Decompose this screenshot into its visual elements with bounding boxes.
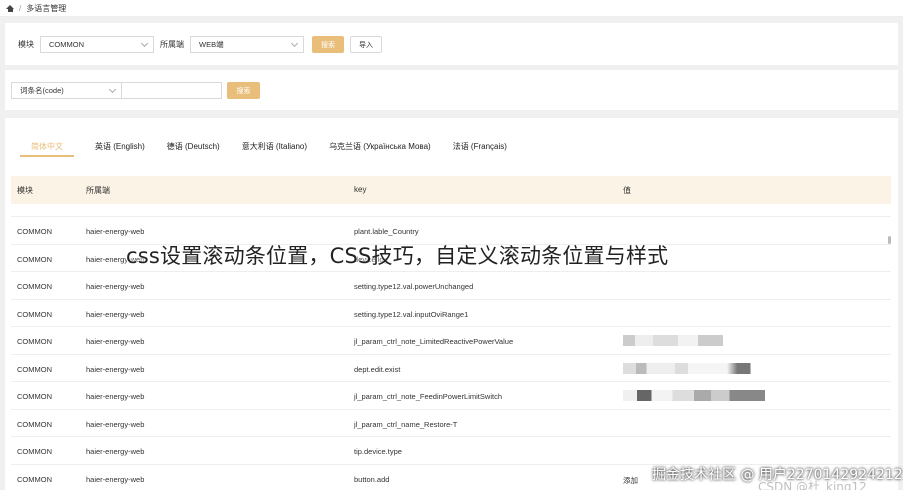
table-scrollbar[interactable] [888, 236, 891, 244]
juejin-watermark: 掘金技术社区 @ 用户2270142924212 [652, 467, 903, 483]
cell-key: plant.lable_Country [354, 227, 419, 236]
search-field-value: 词条名(code) [20, 86, 64, 95]
cell-key: setting.type12.val.powerUnchanged [354, 282, 474, 291]
cell-platform: haier-energy-web [86, 227, 145, 236]
cell-platform: haier-energy-web [86, 309, 145, 319]
cell-module: COMMON [17, 282, 52, 291]
cell-module: COMMON [17, 337, 52, 346]
table-row [11, 204, 891, 217]
filter-panel: 模块 COMMON 所属端 WEB端 搜索 导入 [5, 23, 898, 65]
cell-platform: haier-energy-web [86, 337, 145, 346]
cell-module: COMMON [17, 474, 52, 484]
cell-value: 添加 [623, 475, 638, 485]
search-button[interactable]: 搜索 [227, 82, 260, 99]
module-select-value: COMMON [49, 40, 84, 49]
tab-german[interactable]: 德语 (Deutsch) [156, 138, 231, 154]
platform-select[interactable]: WEB端 [190, 36, 304, 53]
tab-zh-cn[interactable]: 简体中文 [20, 138, 74, 157]
chevron-down-icon [140, 39, 149, 47]
article-title-overlay: css设置滚动条位置，CSS技巧，自定义滚动条位置与样式 [126, 244, 669, 268]
cell-module: COMMON [17, 392, 52, 401]
column-key: key [354, 185, 367, 194]
cell-module: COMMON [17, 419, 52, 429]
table-row: COMMON haier-energy-web dept.edit.exist [11, 355, 891, 382]
table-row: COMMON haier-energy-web jl_param_ctrl_no… [11, 382, 891, 410]
cell-module: COMMON [17, 309, 52, 319]
cell-platform: haier-energy-web [86, 419, 145, 429]
cell-key: setting.type12.val.inputOviRange1 [354, 309, 469, 319]
breadcrumb: / 多语言管理 [0, 0, 903, 17]
module-select[interactable]: COMMON [40, 36, 154, 53]
chevron-down-icon [290, 39, 299, 47]
search-panel: 词条名(code) 搜索 [5, 70, 898, 110]
table-header: 模块 所属端 key 值 [11, 176, 891, 204]
cell-platform: haier-energy-web [86, 447, 145, 456]
breadcrumb-separator: / [19, 3, 22, 13]
import-button[interactable]: 导入 [350, 36, 382, 53]
chevron-down-icon [108, 85, 117, 93]
cell-platform: haier-energy-web [86, 392, 145, 401]
cell-key: jl_param_ctrl_name_Restore-T [354, 419, 458, 429]
platform-select-value: WEB端 [199, 40, 224, 49]
cell-module: COMMON [17, 364, 52, 374]
platform-label: 所属端 [160, 40, 184, 49]
tab-english[interactable]: 英语 (English) [84, 138, 156, 154]
table-row: COMMON haier-energy-web jl_param_ctrl_no… [11, 327, 891, 355]
translation-panel: 简体中文 英语 (English) 德语 (Deutsch) 意大利语 (Ita… [5, 118, 898, 490]
tab-french[interactable]: 法语 (Français) [442, 138, 518, 154]
cell-platform: haier-energy-web [86, 364, 145, 374]
cell-key: jl_param_ctrl_note_FeedinPowerLimitSwitc… [354, 392, 502, 401]
home-icon[interactable] [6, 4, 14, 12]
blurred-value [623, 390, 765, 401]
module-label: 模块 [18, 40, 34, 49]
cell-platform: haier-energy-web [86, 282, 145, 291]
cell-module: COMMON [17, 447, 52, 456]
column-value: 值 [623, 186, 631, 195]
cell-key: jl_param_ctrl_note_LimitedReactivePowerV… [354, 337, 514, 346]
search-input[interactable] [122, 82, 222, 99]
blurred-value [623, 362, 753, 374]
cell-platform: haier-energy-web [86, 474, 145, 484]
tab-italian[interactable]: 意大利语 (Italiano) [231, 138, 318, 154]
cell-key: tip.device.type [354, 447, 402, 456]
filter-search-button[interactable]: 搜索 [312, 36, 344, 53]
column-platform: 所属端 [86, 186, 110, 195]
cell-key: button.add [354, 474, 390, 484]
table-row: COMMON haier-energy-web tip.device.type [11, 437, 891, 465]
blurred-value [623, 335, 723, 346]
table-row: COMMON haier-energy-web jl_param_ctrl_na… [11, 410, 891, 437]
breadcrumb-current: 多语言管理 [26, 3, 67, 13]
tab-ukrainian[interactable]: 乌克兰语 (Українська Мова) [318, 138, 442, 154]
cell-module: COMMON [17, 227, 52, 236]
search-field-select[interactable]: 词条名(code) [11, 82, 122, 99]
table-row: COMMON haier-energy-web setting.type12.v… [11, 272, 891, 300]
cell-key: dept.edit.exist [354, 364, 401, 374]
column-module: 模块 [17, 186, 33, 195]
language-tabs: 简体中文 英语 (English) 德语 (Deutsch) 意大利语 (Ita… [20, 138, 518, 157]
table-row: COMMON haier-energy-web setting.type12.v… [11, 300, 891, 327]
cell-module: COMMON [17, 254, 52, 264]
